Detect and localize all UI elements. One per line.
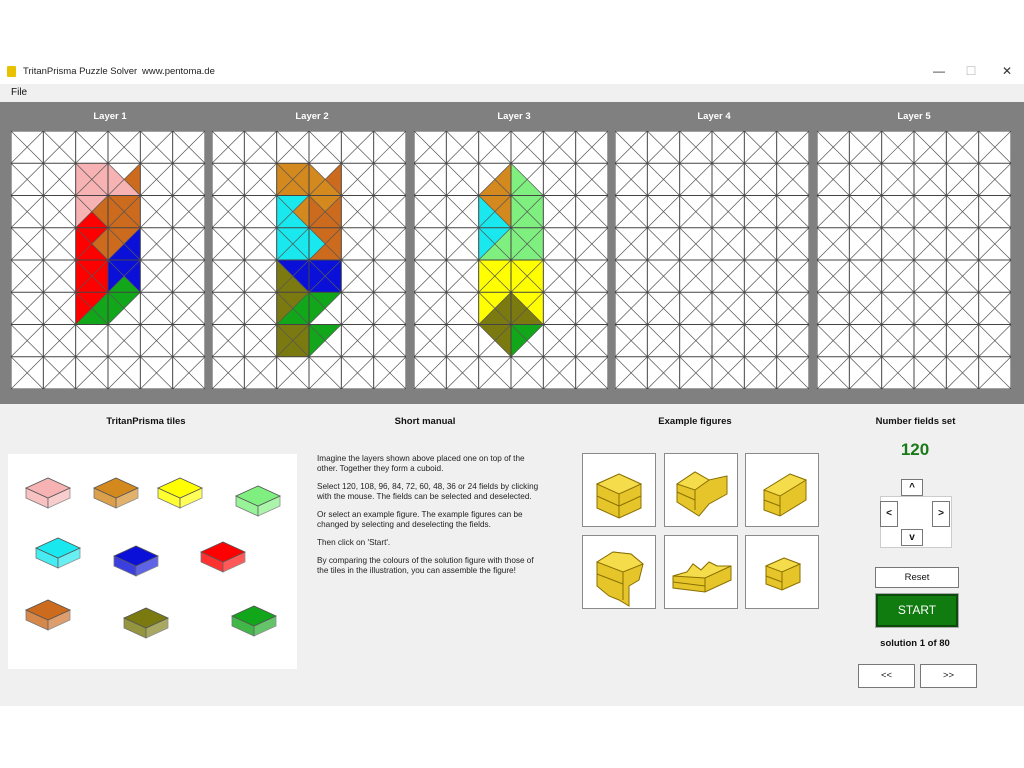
- layer-1-grid[interactable]: [11, 131, 205, 389]
- example-figure-3[interactable]: [745, 453, 819, 527]
- layer-grid-svg[interactable]: [615, 131, 809, 389]
- tile-brown: [25, 599, 71, 631]
- tiles-image: [25, 477, 281, 639]
- layer-5-grid[interactable]: [817, 131, 1011, 389]
- figure-icon: [672, 561, 732, 593]
- tile-olive: [123, 607, 169, 639]
- tile-orange: [93, 477, 139, 509]
- fields-title: Number fields set: [875, 416, 956, 427]
- window-url: www.pentoma.de: [142, 66, 215, 77]
- tile-green: [231, 605, 277, 637]
- example-figure-2[interactable]: [664, 453, 738, 527]
- menu-bar: File: [0, 84, 1024, 101]
- figure-icon: [762, 473, 808, 517]
- layer-2-title: Layer 2: [295, 111, 329, 122]
- layer-grid-svg[interactable]: [817, 131, 1011, 389]
- layer-grid-svg[interactable]: [212, 131, 406, 389]
- app-icon: [7, 66, 16, 77]
- figure-icon: [764, 557, 802, 591]
- right-arrow-button[interactable]: >: [932, 501, 950, 527]
- example-figure-5[interactable]: [664, 535, 738, 609]
- up-arrow-button[interactable]: ^: [901, 479, 923, 496]
- tile-pink: [25, 477, 71, 509]
- minimize-button[interactable]: —: [924, 62, 954, 80]
- previous-solution-button[interactable]: <<: [858, 664, 915, 688]
- manual-paragraph-4: Then click on 'Start'.: [317, 538, 391, 547]
- layer-3-title: Layer 3: [497, 111, 531, 122]
- layer-4-title: Layer 4: [697, 111, 731, 122]
- example-figure-1[interactable]: [582, 453, 656, 527]
- fields-count: 120: [900, 440, 930, 459]
- tile-cyan: [35, 537, 81, 569]
- window-title: TritanPrisma Puzzle Solver: [23, 66, 138, 77]
- example-figure-4[interactable]: [582, 535, 656, 609]
- layer-4-grid[interactable]: [615, 131, 809, 389]
- figure-icon: [595, 473, 643, 519]
- solution-counter: solution 1 of 80: [880, 638, 950, 649]
- left-arrow-button[interactable]: <: [880, 501, 898, 527]
- figure-icon: [675, 471, 728, 517]
- layer-2-grid[interactable]: [212, 131, 406, 389]
- layer-3-grid[interactable]: [414, 131, 608, 389]
- manual-paragraph-1: Imagine the layers shown above placed on…: [317, 454, 525, 473]
- manual-paragraph-5: By comparing the colours of the solution…: [317, 556, 534, 575]
- tiles-illustration: [8, 454, 297, 669]
- figure-icon: [595, 551, 644, 607]
- layer-grid-svg[interactable]: [11, 131, 205, 389]
- close-button[interactable]: ✕: [992, 62, 1022, 80]
- maximize-button[interactable]: ☐: [956, 62, 986, 80]
- menu-file[interactable]: File: [11, 87, 27, 98]
- example-figure-6[interactable]: [745, 535, 819, 609]
- start-button[interactable]: START: [875, 593, 959, 628]
- tiles-title: TritanPrisma tiles: [106, 416, 186, 427]
- tile-yellow: [157, 477, 203, 509]
- layers-panel: Layer 1 Layer 2 Layer 3 Layer 4 Layer 5: [0, 102, 1024, 404]
- manual-title: Short manual: [394, 416, 456, 427]
- next-solution-button[interactable]: >>: [920, 664, 977, 688]
- manual-paragraph-2: Select 120, 108, 96, 84, 72, 60, 48, 36 …: [317, 482, 539, 501]
- manual-paragraph-3: Or select an example figure. The example…: [317, 510, 523, 529]
- reset-button[interactable]: Reset: [875, 567, 959, 588]
- layer-grid-svg[interactable]: [414, 131, 608, 389]
- app-window: TritanPrisma Puzzle Solver www.pentoma.d…: [0, 58, 1024, 706]
- layer-1-title: Layer 1: [93, 111, 127, 122]
- examples-title: Example figures: [658, 416, 732, 427]
- title-bar: TritanPrisma Puzzle Solver www.pentoma.d…: [0, 58, 1024, 84]
- tile-blue: [113, 545, 159, 577]
- manual-text: Imagine the layers shown above placed on…: [317, 454, 543, 584]
- layer-5-title: Layer 5: [897, 111, 931, 122]
- tile-lightgreen: [235, 485, 281, 517]
- down-arrow-button[interactable]: v: [901, 529, 923, 546]
- tile-red: [200, 541, 246, 573]
